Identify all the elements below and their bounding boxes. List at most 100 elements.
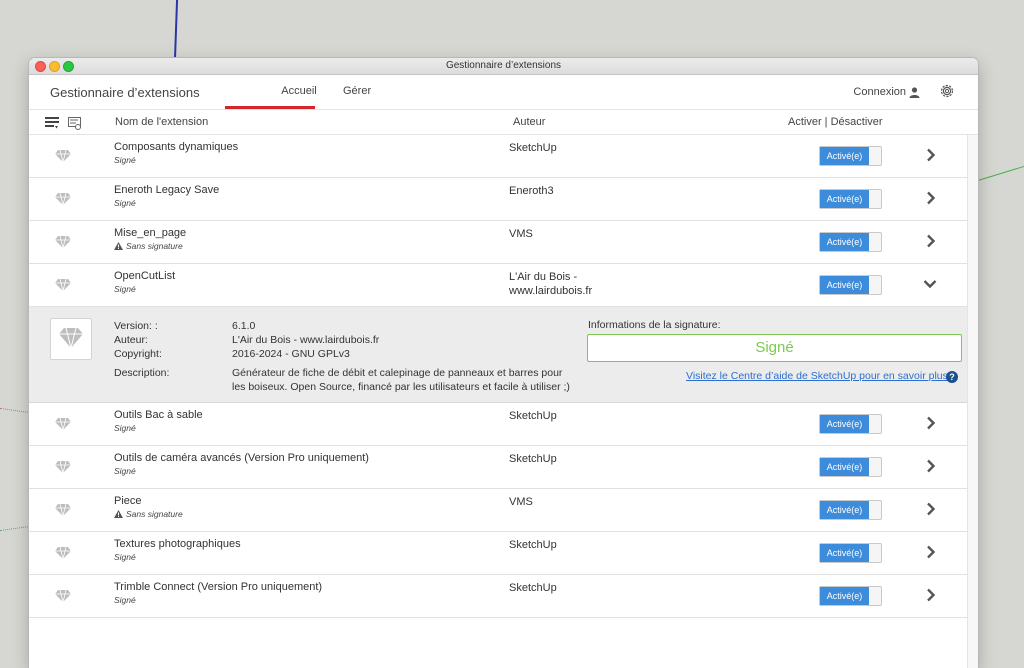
signature-info-title: Informations de la signature: — [588, 319, 721, 331]
description-value: Générateur de fiche de débit et calepina… — [232, 366, 570, 394]
enabled-label: Activé(e) — [820, 147, 869, 165]
zoom-window-button[interactable] — [63, 61, 74, 72]
background-dotted-line-red — [0, 407, 30, 414]
background-line-blue — [173, 0, 179, 60]
extension-name: Outils Bac à sable — [114, 409, 203, 421]
list-view-icon[interactable] — [45, 117, 59, 129]
chevron-right-icon[interactable] — [926, 545, 936, 559]
extension-author: VMS — [509, 496, 533, 508]
chevron-down-icon[interactable] — [923, 279, 937, 289]
close-window-button[interactable] — [35, 61, 46, 72]
signature-status: Signé — [114, 552, 136, 562]
enabled-label: Activé(e) — [820, 544, 869, 562]
enabled-label: Activé(e) — [820, 501, 869, 519]
version-label: Version: : — [114, 320, 158, 332]
extension-row[interactable]: Mise_en_page Sans signature VMS Activé(e… — [29, 221, 967, 264]
extension-name: Composants dynamiques — [114, 141, 239, 153]
signature-status: Signé — [114, 423, 136, 433]
app-title: Gestionnaire d’extensions — [50, 85, 200, 100]
enable-toggle[interactable]: Activé(e) — [819, 414, 882, 434]
extension-row[interactable]: Eneroth Legacy Save Signé Eneroth3 Activ… — [29, 178, 967, 221]
app-header: Gestionnaire d’extensions Accueil Gérer … — [29, 75, 978, 110]
background-line-green — [977, 162, 1024, 181]
signature-status-box: Signé — [587, 334, 962, 362]
chevron-right-icon[interactable] — [926, 416, 936, 430]
enable-toggle[interactable]: Activé(e) — [819, 586, 882, 606]
copyright-value: 2016-2024 - GNU GPLv3 — [232, 348, 350, 360]
window-title: Gestionnaire d’extensions — [445, 60, 562, 71]
chevron-right-icon[interactable] — [926, 234, 936, 248]
description-line-1: Générateur de fiche de débit et calepina… — [232, 367, 563, 379]
signature-status: Signé — [114, 198, 136, 208]
extension-author: SketchUp — [509, 142, 557, 154]
ruby-gem-icon — [55, 503, 71, 517]
signature-status: Sans signature — [114, 241, 183, 251]
column-name-header[interactable]: Nom de l'extension — [115, 116, 208, 128]
ruby-gem-icon — [55, 546, 71, 560]
column-toggle-header: Activer | Désactiver — [788, 116, 883, 128]
extension-name: Mise_en_page — [114, 227, 187, 239]
extension-row[interactable]: Composants dynamiques Signé SketchUp Act… — [29, 135, 967, 178]
ruby-gem-icon — [55, 235, 71, 249]
chevron-right-icon[interactable] — [926, 459, 936, 473]
extension-author: SketchUp — [509, 453, 557, 465]
extension-row[interactable]: Outils de caméra avancés (Version Pro un… — [29, 446, 967, 489]
warning-icon — [114, 242, 123, 250]
scrollbar-track[interactable] — [967, 135, 978, 668]
ruby-gem-icon — [55, 417, 71, 431]
window-titlebar[interactable]: Gestionnaire d’extensions — [29, 58, 978, 75]
author-label: Auteur: — [114, 334, 148, 346]
description-line-2: les boiseux. Open Source, financé par le… — [232, 381, 570, 393]
warning-icon — [114, 510, 123, 518]
enable-toggle[interactable]: Activé(e) — [819, 146, 882, 166]
enable-toggle[interactable]: Activé(e) — [819, 232, 882, 252]
help-center-link[interactable]: Visitez le Centre d’aide de SketchUp pou… — [686, 370, 948, 382]
extension-details-panel: Version: : 6.1.0 Auteur: L'Air du Bois -… — [29, 307, 967, 403]
signature-status: Signé — [114, 466, 136, 476]
description-label: Description: — [114, 367, 170, 379]
background-dotted-line-green — [0, 525, 30, 532]
extension-row[interactable]: Textures photographiques Signé SketchUp … — [29, 532, 967, 575]
tab-gerer[interactable]: Gérer — [343, 85, 371, 97]
enabled-label: Activé(e) — [820, 233, 869, 251]
extension-author: SketchUp — [509, 539, 557, 551]
extension-row[interactable]: OpenCutList Signé L'Air du Bois - www.la… — [29, 264, 967, 307]
login-label: Connexion — [853, 86, 906, 98]
signature-status: Sans signature — [114, 509, 183, 519]
signature-status: Signé — [114, 155, 136, 165]
ruby-gem-icon — [59, 327, 83, 349]
author-line-2: www.lairdubois.fr — [509, 285, 593, 297]
extension-manager-window: Gestionnaire d’extensions Gestionnaire d… — [29, 58, 978, 668]
chevron-right-icon[interactable] — [926, 588, 936, 602]
enabled-label: Activé(e) — [820, 276, 869, 294]
detail-view-icon[interactable] — [68, 117, 82, 130]
ruby-gem-icon — [55, 589, 71, 603]
chevron-right-icon[interactable] — [926, 148, 936, 162]
column-author-header[interactable]: Auteur — [513, 116, 545, 128]
ruby-gem-icon — [55, 192, 71, 206]
enabled-label: Activé(e) — [820, 587, 869, 605]
enable-toggle[interactable]: Activé(e) — [819, 543, 882, 563]
user-icon — [909, 86, 920, 98]
ruby-gem-icon — [55, 460, 71, 474]
enable-toggle[interactable]: Activé(e) — [819, 275, 882, 295]
extension-row[interactable]: Piece Sans signature VMS Activé(e) — [29, 489, 967, 532]
extension-author: L'Air du Bois - www.lairdubois.fr — [509, 270, 592, 298]
login-button[interactable]: Connexion — [853, 86, 920, 98]
extension-row[interactable]: Outils Bac à sable Signé SketchUp Activé… — [29, 403, 967, 446]
enable-toggle[interactable]: Activé(e) — [819, 457, 882, 477]
settings-gear-icon[interactable] — [939, 83, 955, 99]
extension-name: Eneroth Legacy Save — [114, 184, 220, 196]
tab-accueil[interactable]: Accueil — [254, 85, 344, 97]
extension-name: OpenCutList — [114, 270, 176, 282]
enable-toggle[interactable]: Activé(e) — [819, 500, 882, 520]
chevron-right-icon[interactable] — [926, 502, 936, 516]
chevron-right-icon[interactable] — [926, 191, 936, 205]
minimize-window-button[interactable] — [49, 61, 60, 72]
active-tab-indicator — [225, 106, 315, 109]
extension-row[interactable]: Trimble Connect (Version Pro uniquement)… — [29, 575, 967, 618]
enable-toggle[interactable]: Activé(e) — [819, 189, 882, 209]
extension-author: Eneroth3 — [509, 185, 554, 197]
help-question-icon[interactable]: ? — [946, 371, 958, 383]
extension-author: VMS — [509, 228, 533, 240]
